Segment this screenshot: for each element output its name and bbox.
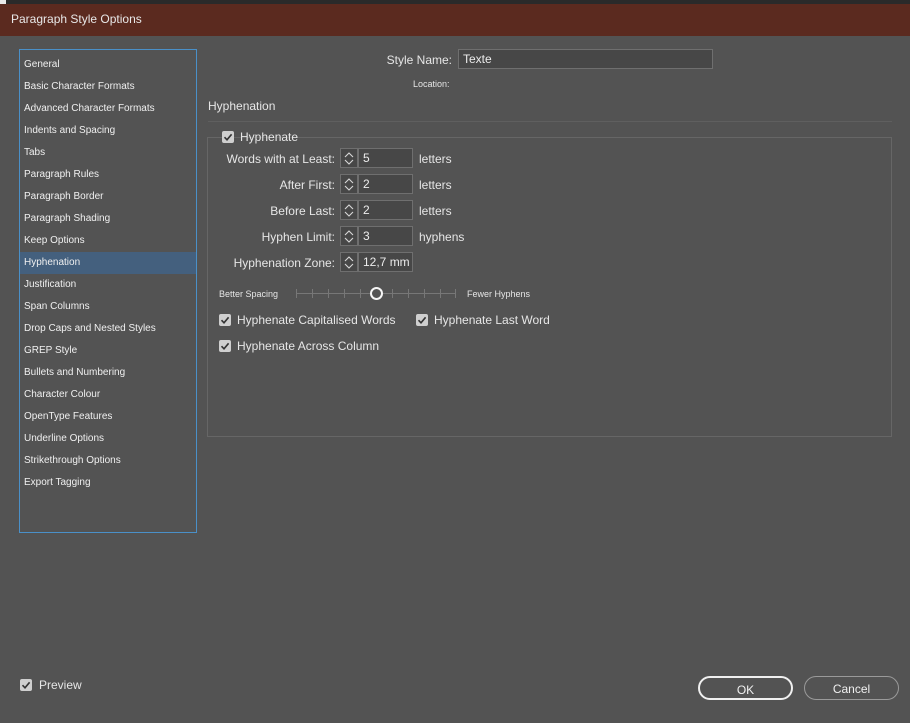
hyphenate-capitalised-checkbox[interactable] (219, 314, 231, 326)
cancel-button[interactable]: Cancel (804, 676, 899, 700)
sidebar-item-tabs[interactable]: Tabs (20, 142, 196, 164)
sidebar-item-paragraph-rules[interactable]: Paragraph Rules (20, 164, 196, 186)
hyphenation-zone-input[interactable]: 12,7 mm (358, 252, 413, 272)
title-bar[interactable]: Paragraph Style Options (0, 4, 910, 36)
sidebar-item-paragraph-border[interactable]: Paragraph Border (20, 186, 196, 208)
hyphenate-across-column-label: Hyphenate Across Column (237, 339, 380, 353)
sidebar-item-advanced-character-formats[interactable]: Advanced Character Formats (20, 98, 196, 120)
slider-tick (360, 289, 361, 298)
sidebar-item-indents-and-spacing[interactable]: Indents and Spacing (20, 120, 196, 142)
hyphenation-zone-stepper[interactable] (340, 252, 358, 272)
spacing-slider-knob[interactable] (370, 287, 383, 300)
checkmark-icon (220, 316, 230, 324)
before-last-stepper[interactable] (340, 200, 358, 220)
hyphenate-across-column-checkbox[interactable] (219, 340, 231, 352)
slider-tick (440, 289, 441, 298)
hyphen-limit-stepper[interactable] (340, 226, 358, 246)
sidebar-item-paragraph-shading[interactable]: Paragraph Shading (20, 208, 196, 230)
sidebar-item-drop-caps[interactable]: Drop Caps and Nested Styles (20, 318, 196, 340)
sidebar-item-general[interactable]: General (20, 54, 196, 76)
checkmark-icon (417, 316, 427, 324)
stepper-arrows-icon (344, 152, 354, 165)
hyphenate-last-word-label: Hyphenate Last Word (434, 313, 550, 327)
section-title: Hyphenation (208, 99, 276, 113)
sidebar-item-strikethrough-options[interactable]: Strikethrough Options (20, 450, 196, 472)
sidebar-item-underline-options[interactable]: Underline Options (20, 428, 196, 450)
slider-tick (344, 289, 345, 298)
sidebar-item-character-colour[interactable]: Character Colour (20, 384, 196, 406)
before-last-input[interactable]: 2 (358, 200, 413, 220)
sidebar-item-export-tagging[interactable]: Export Tagging (20, 472, 196, 494)
after-first-input[interactable]: 2 (358, 174, 413, 194)
words-min-label: Words with at Least: (226, 152, 336, 166)
sidebar-item-basic-character-formats[interactable]: Basic Character Formats (20, 76, 196, 98)
checkmark-icon (220, 342, 230, 350)
slider-tick (328, 289, 329, 298)
sidebar-item-keep-options[interactable]: Keep Options (20, 230, 196, 252)
hyphenate-last-word-checkbox[interactable] (416, 314, 428, 326)
words-min-unit: letters (419, 152, 452, 166)
paragraph-style-options-dialog: Paragraph Style Options General Basic Ch… (0, 4, 910, 723)
slider-tick (408, 289, 409, 298)
section-divider (208, 121, 892, 122)
sidebar-item-bullets-and-numbering[interactable]: Bullets and Numbering (20, 362, 196, 384)
slider-tick (296, 289, 297, 298)
before-last-label: Before Last: (270, 204, 335, 218)
words-min-stepper[interactable] (340, 148, 358, 168)
hyphenate-capitalised-label: Hyphenate Capitalised Words (237, 313, 396, 327)
preview-label: Preview (39, 678, 82, 692)
slider-tick (455, 289, 456, 298)
stepper-arrows-icon (344, 256, 354, 269)
sidebar-item-opentype-features[interactable]: OpenType Features (20, 406, 196, 428)
better-spacing-label: Better Spacing (219, 289, 279, 299)
fewer-hyphens-label: Fewer Hyphens (467, 289, 531, 299)
after-first-label: After First: (279, 178, 335, 192)
after-first-unit: letters (419, 178, 452, 192)
before-last-unit: letters (419, 204, 452, 218)
ok-button[interactable]: OK (698, 676, 793, 700)
slider-tick (312, 289, 313, 298)
sidebar-item-justification[interactable]: Justification (20, 274, 196, 296)
preview-checkbox[interactable] (20, 679, 32, 691)
hyphen-limit-unit: hyphens (419, 230, 465, 244)
window-title: Paragraph Style Options (11, 12, 142, 26)
hyphenate-checkbox[interactable] (222, 131, 234, 143)
hyphenation-zone-label: Hyphenation Zone: (233, 256, 335, 270)
sidebar-item-span-columns[interactable]: Span Columns (20, 296, 196, 318)
sidebar-item-grep-style[interactable]: GREP Style (20, 340, 196, 362)
hyphen-limit-input[interactable]: 3 (358, 226, 413, 246)
words-min-input[interactable]: 5 (358, 148, 413, 168)
category-list[interactable]: General Basic Character Formats Advanced… (19, 49, 197, 533)
slider-tick (424, 289, 425, 298)
stepper-arrows-icon (344, 230, 354, 243)
stepper-arrows-icon (344, 204, 354, 217)
style-name-label: Style Name: (386, 53, 452, 67)
slider-tick (392, 289, 393, 298)
checkmark-icon (223, 133, 233, 141)
location-label: Location: (413, 79, 450, 89)
stepper-arrows-icon (344, 178, 354, 191)
style-name-input[interactable]: Texte (458, 49, 713, 69)
checkmark-icon (21, 681, 31, 689)
after-first-stepper[interactable] (340, 174, 358, 194)
hyphenate-label: Hyphenate (240, 130, 299, 144)
sidebar-item-hyphenation[interactable]: Hyphenation (20, 252, 196, 274)
hyphen-limit-label: Hyphen Limit: (261, 230, 335, 244)
